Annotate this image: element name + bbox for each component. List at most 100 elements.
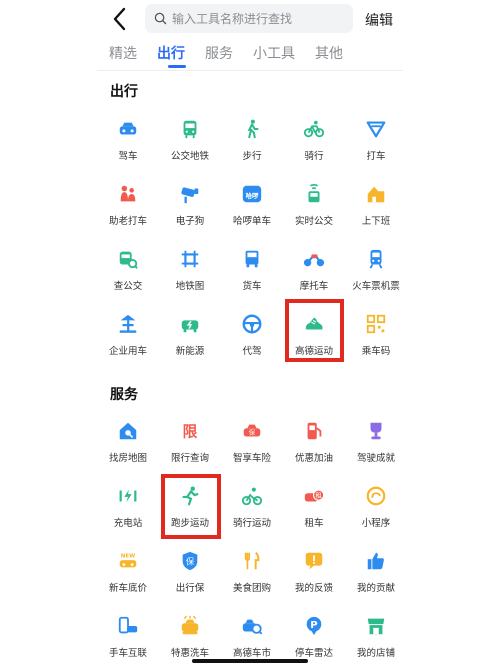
phone-car-icon: [116, 614, 140, 638]
hellobike-icon: 哈啰: [240, 182, 264, 206]
travel-tool-item[interactable]: 摩托车: [283, 243, 345, 308]
mini-program-icon: [364, 484, 388, 508]
tool-label: 特惠洗车: [170, 648, 209, 659]
services-tool-item[interactable]: 限限行查询: [159, 415, 221, 480]
tab-tools[interactable]: 小工具: [253, 44, 315, 68]
travel-tool-item[interactable]: 乘车码: [345, 308, 407, 373]
enterprise-car-icon: [116, 312, 140, 336]
svg-text:P: P: [310, 620, 317, 631]
commute-icon: [364, 182, 388, 206]
tool-label: 上下班: [361, 216, 391, 227]
travel-tool-item[interactable]: 企业用车: [97, 308, 159, 373]
bus-query-icon: [116, 247, 140, 271]
back-button[interactable]: [108, 6, 132, 32]
edit-button[interactable]: 编辑: [365, 10, 393, 30]
svg-text:保: 保: [186, 557, 195, 567]
run-icon: [178, 484, 202, 508]
travel-tool-item[interactable]: 助老打车: [97, 178, 159, 243]
services-tool-item[interactable]: 手车互联: [97, 610, 159, 667]
services-tool-item[interactable]: 我的店铺: [345, 610, 407, 667]
tool-label: 美食团购: [232, 583, 271, 594]
travel-tool-item[interactable]: 代驾: [221, 308, 283, 373]
travel-tool-item[interactable]: 新能源: [159, 308, 221, 373]
restriction-icon: 限: [178, 419, 202, 443]
travel-tool-item[interactable]: 上下班: [345, 178, 407, 243]
travel-tool-item[interactable]: 驾车: [97, 113, 159, 178]
tab-featured[interactable]: 精选: [109, 44, 157, 68]
tab-travel[interactable]: 出行: [157, 44, 205, 68]
travel-tool-item[interactable]: 货车: [221, 243, 283, 308]
chevron-left-icon: [113, 7, 126, 31]
tool-label: 手车互联: [108, 648, 147, 659]
tool-label: 电子狗: [175, 216, 205, 227]
bus-icon: [178, 117, 202, 141]
shop-icon: [364, 614, 388, 638]
services-tool-item[interactable]: 优惠加油: [283, 415, 345, 480]
tool-label: 优惠加油: [294, 453, 333, 464]
travel-tool-item[interactable]: 高德运动: [283, 308, 345, 373]
svg-text:哈啰: 哈啰: [246, 191, 259, 200]
services-tool-item[interactable]: 找房地图: [97, 415, 159, 480]
tool-label: 货车: [242, 281, 262, 292]
tool-label: 企业用车: [108, 346, 147, 357]
travel-tool-item[interactable]: 打车: [345, 113, 407, 178]
tool-label: 驾驶成就: [356, 453, 395, 464]
tool-label: 新车底价: [108, 583, 147, 594]
tab-others[interactable]: 其他: [315, 44, 363, 68]
travel-tool-item[interactable]: 地铁图: [159, 243, 221, 308]
tab-services[interactable]: 服务: [205, 44, 253, 68]
tool-label: 代驾: [242, 346, 262, 357]
tool-label: 实时公交: [294, 216, 333, 227]
svg-text:限: 限: [183, 424, 198, 441]
services-tool-item[interactable]: 美食团购: [221, 545, 283, 610]
car-market-icon: [240, 614, 264, 638]
services-tool-item[interactable]: 保出行保: [159, 545, 221, 610]
house-search-icon: [116, 419, 140, 443]
services-tool-item[interactable]: 我的贡献: [345, 545, 407, 610]
new-car-icon: NEW: [116, 549, 140, 573]
services-tool-item[interactable]: 租租车: [283, 480, 345, 545]
tool-label: 租车: [304, 518, 324, 529]
tool-label: 火车票机票: [352, 281, 400, 292]
tool-label: 找房地图: [108, 453, 147, 464]
tool-label: 哈啰单车: [232, 216, 271, 227]
travel-tool-item[interactable]: 公交地铁: [159, 113, 221, 178]
services-tool-item[interactable]: 我的反馈: [283, 545, 345, 610]
section-title-services: 服务: [110, 387, 138, 403]
tool-label: 出行保: [175, 583, 205, 594]
tool-label: 高德运动: [294, 346, 333, 357]
services-tool-item[interactable]: 小程序: [345, 480, 407, 545]
tool-label: 乘车码: [361, 346, 391, 357]
tool-label: 我的店铺: [356, 648, 395, 659]
travel-tool-item[interactable]: 哈啰 哈啰单车: [221, 178, 283, 243]
category-tabs: 精选 出行 服务 小工具 其他: [109, 44, 363, 68]
travel-tool-item[interactable]: 步行: [221, 113, 283, 178]
search-bar[interactable]: [145, 4, 353, 33]
travel-insurance-icon: 保: [178, 549, 202, 573]
tool-label: 查公交: [113, 281, 143, 292]
tool-label: 新能源: [175, 346, 205, 357]
feedback-icon: [302, 549, 326, 573]
tool-label: 助老打车: [108, 216, 147, 227]
trophy-icon: [364, 419, 388, 443]
travel-tool-item[interactable]: 实时公交: [283, 178, 345, 243]
tool-label: 停车雷达: [294, 648, 333, 659]
services-tool-item[interactable]: NEW 新车底价: [97, 545, 159, 610]
travel-tool-item[interactable]: 电子狗: [159, 178, 221, 243]
travel-tool-item[interactable]: 火车票机票: [345, 243, 407, 308]
tool-label: 限行查询: [170, 453, 209, 464]
tool-label: 驾车: [118, 151, 138, 162]
services-tool-item[interactable]: 保智享车险: [221, 415, 283, 480]
services-tool-item[interactable]: 驾驶成就: [345, 415, 407, 480]
services-tool-item[interactable]: 骑行运动: [221, 480, 283, 545]
travel-tool-item[interactable]: 查公交: [97, 243, 159, 308]
services-tool-item[interactable]: 充电站: [97, 480, 159, 545]
bike-icon: [302, 117, 326, 141]
thumbs-up-icon: [364, 549, 388, 573]
tool-label: 高德车市: [232, 648, 271, 659]
travel-tool-item[interactable]: 骑行: [283, 113, 345, 178]
walk-icon: [240, 117, 264, 141]
services-tool-item[interactable]: 跑步运动: [159, 480, 221, 545]
search-input[interactable]: [172, 11, 342, 26]
tool-label: 跑步运动: [170, 518, 209, 529]
